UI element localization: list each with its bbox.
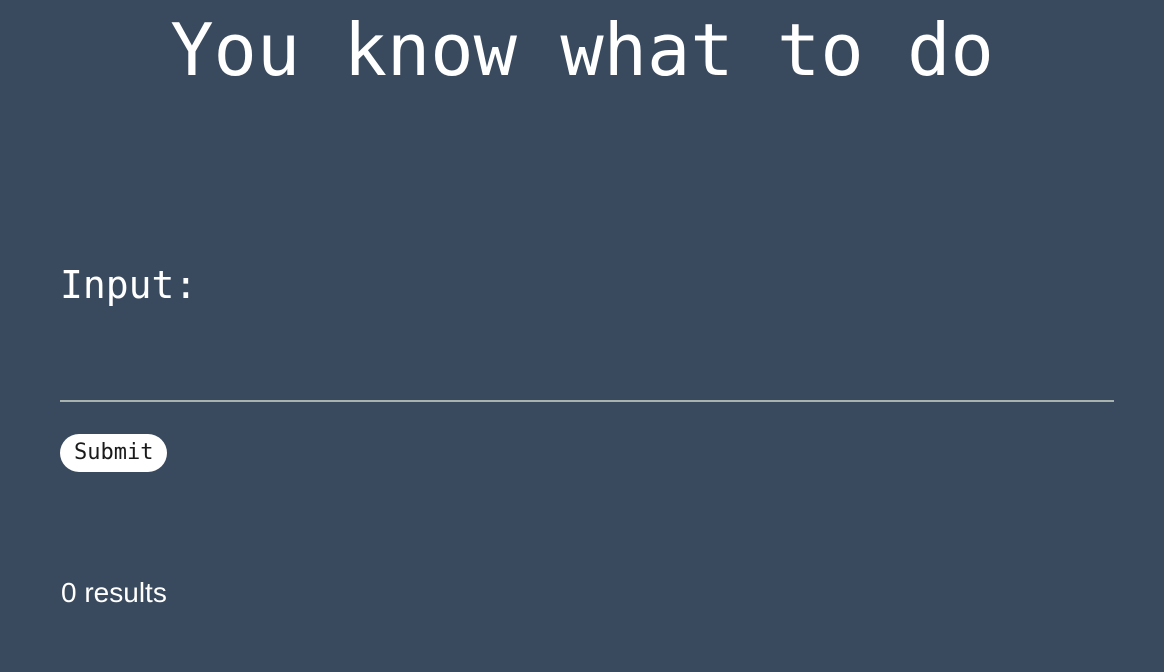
results-count: 0 results (61, 577, 167, 608)
page-title: You know what to do (170, 8, 994, 92)
text-input[interactable] (60, 340, 1114, 402)
submit-button[interactable]: Submit (60, 434, 168, 472)
input-label: Input: (60, 263, 198, 307)
